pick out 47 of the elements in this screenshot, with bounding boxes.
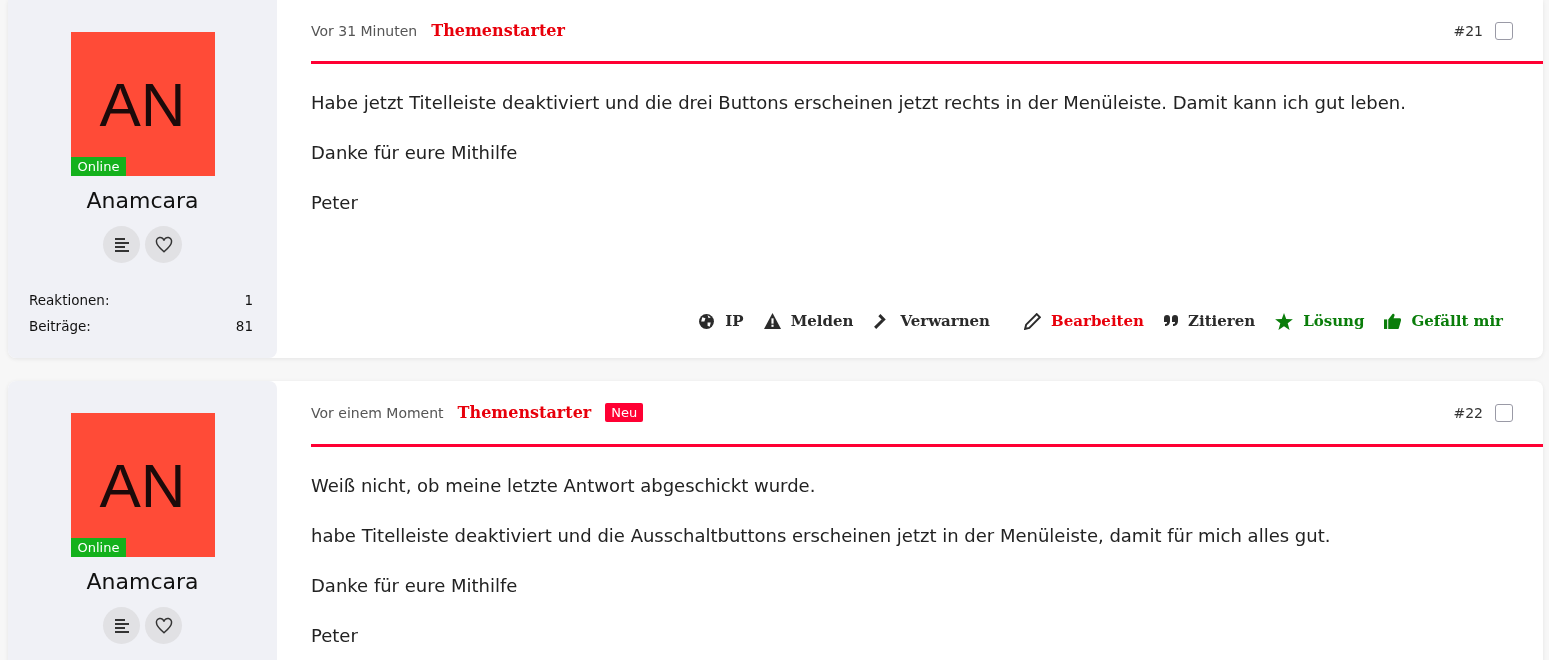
star-icon bbox=[1275, 312, 1294, 330]
post-paragraph: Peter bbox=[311, 624, 359, 648]
list-icon bbox=[112, 616, 131, 635]
username-link[interactable]: Anamcara bbox=[86, 188, 199, 213]
posts-button[interactable] bbox=[103, 607, 140, 644]
list-icon bbox=[112, 235, 131, 254]
role-label: Themenstarter bbox=[457, 403, 592, 422]
post-paragraph: Peter bbox=[311, 191, 359, 215]
action-link[interactable]: Melden bbox=[763, 312, 854, 330]
stat-value: 1 bbox=[244, 291, 253, 310]
heart-icon bbox=[154, 616, 173, 635]
avatar[interactable]: AN Online bbox=[70, 32, 215, 176]
follow-button[interactable] bbox=[145, 607, 182, 644]
stat-value: 81 bbox=[235, 317, 253, 336]
post-time: Vor einem Moment bbox=[311, 404, 444, 421]
post-number[interactable]: #21 bbox=[1453, 22, 1483, 39]
stat-label: Reaktionen: bbox=[29, 291, 110, 310]
new-badge: Neu bbox=[605, 403, 644, 422]
post-paragraph: Weiß nicht, ob meine letzte Antwort abgeschickt wurde. bbox=[311, 474, 817, 498]
select-checkbox[interactable] bbox=[1495, 21, 1513, 40]
post-number[interactable]: #22 bbox=[1453, 404, 1483, 421]
select-checkbox[interactable] bbox=[1495, 403, 1513, 422]
post-paragraph: Habe jetzt Titelleiste deaktiviert und die drei Buttons erscheinen jetzt rechts in der Menüleiste. Damit kann ich gut leben. bbox=[311, 91, 1407, 115]
pencil-icon bbox=[1024, 312, 1042, 330]
action-link[interactable]: Bearbeiten bbox=[1024, 312, 1144, 330]
online-badge: Online bbox=[70, 157, 127, 176]
warning-icon bbox=[763, 313, 781, 329]
post-time: Vor 31 Minuten bbox=[311, 22, 418, 39]
quote-icon bbox=[1164, 315, 1178, 327]
posts-button[interactable] bbox=[103, 226, 140, 263]
action-link[interactable]: Gefällt mir bbox=[1384, 312, 1503, 330]
thumbs-up-icon bbox=[1384, 313, 1402, 329]
globe-icon bbox=[698, 312, 716, 330]
heart-icon bbox=[154, 235, 173, 254]
avatar[interactable]: AN Online bbox=[70, 413, 215, 557]
action-link[interactable]: IP bbox=[698, 312, 744, 330]
post-paragraph: Danke für eure Mithilfe bbox=[311, 574, 519, 598]
online-badge: Online bbox=[70, 538, 127, 557]
post-paragraph: habe Titelleiste deaktiviert und die Ausschaltbuttons erscheinen jetzt in der Menüleiste, damit für mich alles gut. bbox=[311, 524, 1332, 548]
role-label: Themenstarter bbox=[431, 21, 565, 40]
post-paragraph: Danke für eure Mithilfe bbox=[311, 141, 519, 165]
follow-button[interactable] bbox=[145, 226, 182, 263]
action-link[interactable]: Lösung bbox=[1275, 312, 1365, 330]
username-link[interactable]: Anamcara bbox=[86, 569, 199, 594]
stat-label: Beiträge: bbox=[29, 317, 91, 336]
action-link[interactable]: Zitieren bbox=[1164, 312, 1256, 330]
action-link[interactable]: Verwarnen bbox=[873, 312, 991, 330]
